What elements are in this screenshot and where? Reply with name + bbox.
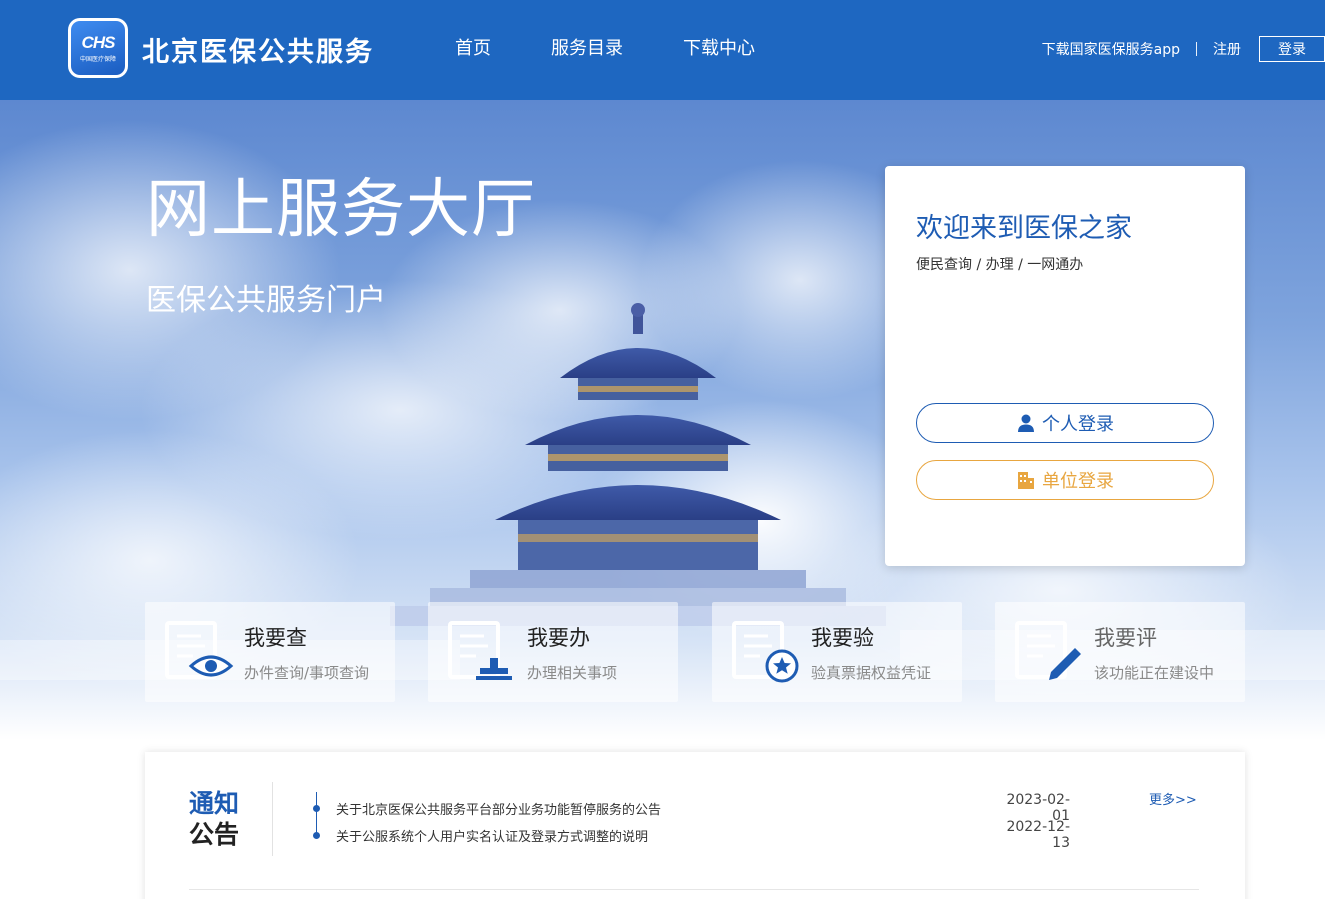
- download-app-link[interactable]: 下载国家医保服务app: [1042, 39, 1180, 59]
- site-title: 北京医保公共服务: [142, 37, 374, 68]
- chs-logo[interactable]: CHS 中国医疗保障: [68, 18, 128, 78]
- logo-chs-text: CHS: [81, 33, 116, 52]
- document-star-icon: [732, 621, 799, 683]
- login-button[interactable]: 登录: [1259, 36, 1325, 62]
- building-icon: [1018, 472, 1034, 489]
- hero-subtitle: 医保公共服务门户: [146, 283, 386, 318]
- hero-title: 网上服务大厅: [146, 173, 536, 247]
- nav-item-download-center[interactable]: 下载中心: [683, 34, 755, 60]
- main-nav: 首页 服务目录 下载中心: [455, 34, 815, 60]
- unit-login-button[interactable]: 单位登录: [916, 460, 1214, 500]
- notice-item-date: 2022-12-13: [1006, 819, 1070, 851]
- document-stamp-icon: [448, 621, 512, 680]
- service-card-verify[interactable]: 我要验 验真票据权益凭证: [712, 602, 962, 702]
- top-header: CHS 中国医疗保障 北京医保公共服务 首页 服务目录 下载中心 下载国家医保服…: [0, 0, 1325, 100]
- notice-heading: 通知 公告: [189, 788, 249, 850]
- service-card-query[interactable]: 我要查 办件查询/事项查询: [145, 602, 395, 702]
- service-title-evaluate: 我要评: [1094, 626, 1157, 650]
- service-title-query: 我要查: [244, 626, 307, 650]
- service-desc-handle: 办理相关事项: [527, 664, 618, 682]
- nav-item-home[interactable]: 首页: [455, 34, 491, 60]
- notice-item[interactable]: 关于公服系统个人用户实名认证及登录方式调整的说明 2022-12-13: [310, 819, 1070, 851]
- notice-bullet: [313, 804, 320, 812]
- top-right-links: 下载国家医保服务app 注册 登录: [1042, 36, 1325, 62]
- notice-panel: 通知 公告 关于北京医保公共服务平台部分业务功能暂停服务的公告 2023-02-…: [145, 752, 1245, 899]
- welcome-heading: 欢迎来到医保之家: [916, 213, 1132, 244]
- notice-heading-2: 公告: [189, 820, 240, 849]
- person-icon: [1018, 414, 1034, 432]
- unit-login-label: 单位登录: [1042, 471, 1114, 492]
- hero-banner: 网上服务大厅 医保公共服务门户 欢迎来到医保之家 便民查询 / 办理 / 一网通…: [0, 100, 1325, 740]
- service-desc-query: 办件查询/事项查询: [244, 664, 370, 682]
- notice-divider: [272, 782, 273, 856]
- notice-bullet: [313, 831, 320, 839]
- notice-item-title: 关于北京医保公共服务平台部分业务功能暂停服务的公告: [336, 802, 662, 818]
- service-card-evaluate[interactable]: 我要评 该功能正在建设中: [995, 602, 1245, 702]
- register-link[interactable]: 注册: [1213, 39, 1241, 59]
- notice-item-title: 关于公服系统个人用户实名认证及登录方式调整的说明: [336, 829, 649, 845]
- document-pen-icon: [1015, 621, 1081, 680]
- login-card: 欢迎来到医保之家 便民查询 / 办理 / 一网通办 个人登录 单位登录: [885, 166, 1245, 566]
- service-title-verify: 我要验: [811, 626, 874, 650]
- nav-item-service-catalog[interactable]: 服务目录: [551, 34, 623, 60]
- logo-inner: CHS 中国医疗保障: [71, 21, 125, 75]
- personal-login-button[interactable]: 个人登录: [916, 403, 1214, 443]
- service-desc-evaluate: 该功能正在建设中: [1094, 664, 1215, 682]
- service-card-handle[interactable]: 我要办 办理相关事项: [428, 602, 678, 702]
- service-desc-verify: 验真票据权益凭证: [811, 664, 932, 682]
- document-eye-icon: [165, 621, 234, 679]
- link-separator: [1196, 42, 1197, 56]
- personal-login-label: 个人登录: [1042, 414, 1114, 435]
- service-title-handle: 我要办: [527, 626, 590, 650]
- notice-heading-1: 通知: [189, 789, 240, 818]
- welcome-slogan: 便民查询 / 办理 / 一网通办: [916, 257, 1084, 273]
- notice-bottom-divider: [189, 889, 1199, 890]
- notice-more-link[interactable]: 更多>>: [1149, 789, 1197, 808]
- logo-sub-text: 中国医疗保障: [79, 56, 116, 63]
